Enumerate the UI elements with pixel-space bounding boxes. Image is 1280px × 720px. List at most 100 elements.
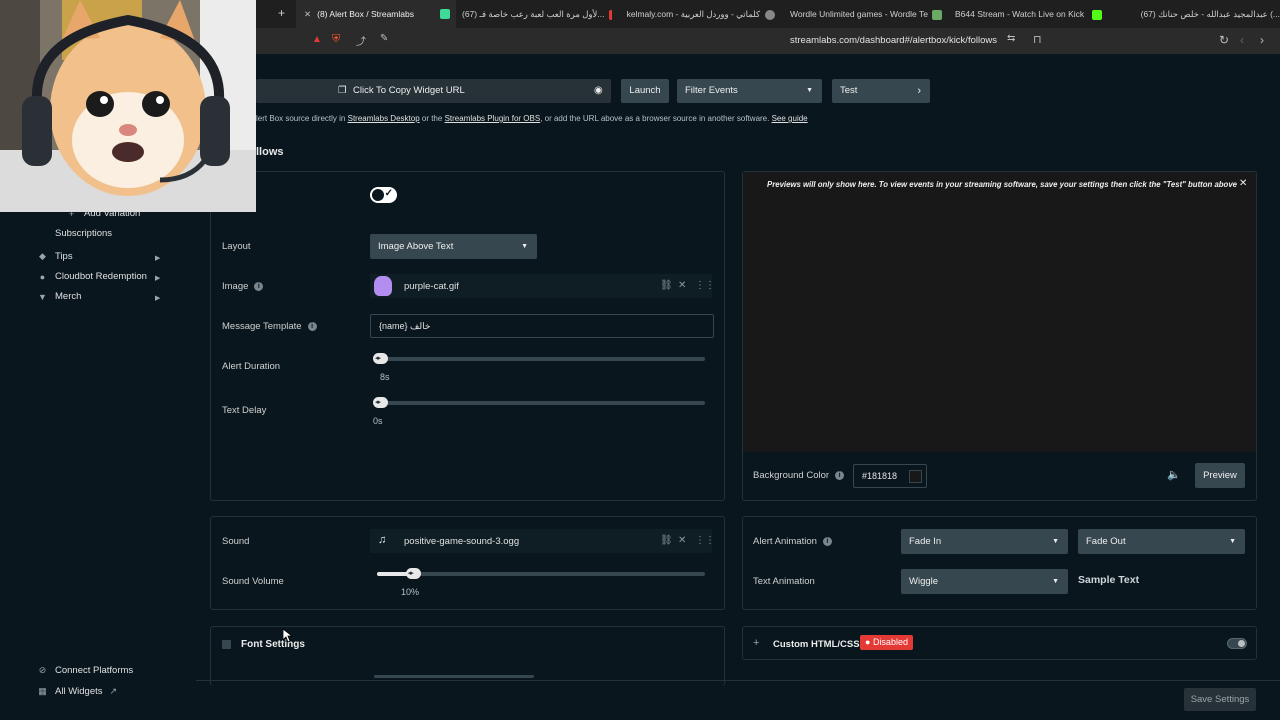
url-text[interactable]: streamlabs.com/dashboard#/alertbox/kick/…: [790, 35, 997, 46]
text-animation-label: Text Animation: [753, 576, 815, 587]
info-icon[interactable]: i: [835, 470, 845, 480]
animation-in-value: Fade In: [909, 536, 942, 547]
copy-icon: ❐: [338, 85, 347, 96]
alert-duration-slider[interactable]: [377, 357, 705, 361]
sidebar-item-subscriptions[interactable]: Subscriptions: [55, 228, 112, 239]
reader-icon[interactable]: ✎: [380, 33, 388, 44]
disabled-badge: ● Disabled: [860, 635, 913, 650]
hint-suffix: , or add the URL above as a browser sour…: [540, 114, 770, 123]
all-widgets-link[interactable]: ▦ All Widgets ↗: [37, 686, 117, 697]
new-tab-button[interactable]: +: [278, 6, 285, 20]
sound-volume-fill: [377, 572, 410, 576]
animation-out-value: Fade Out: [1086, 536, 1126, 547]
sidebar-item-label: Cloudbot Redemption: [55, 271, 147, 282]
sound-volume-value: 10%: [401, 587, 420, 597]
purple-cat-thumbnail: [374, 276, 392, 296]
reload-icon[interactable]: ↻: [1219, 33, 1229, 47]
message-template-input[interactable]: [370, 314, 714, 338]
animation-out-select[interactable]: Fade Out ▼: [1078, 529, 1245, 554]
filter-events-select[interactable]: Filter Events ▼: [677, 79, 822, 103]
color-swatch[interactable]: [909, 470, 922, 483]
plus-icon[interactable]: +: [753, 637, 759, 649]
close-icon[interactable]: ✕: [1239, 178, 1247, 189]
animation-in-select[interactable]: Fade In ▼: [901, 529, 1068, 554]
see-guide-link[interactable]: See guide: [772, 114, 808, 123]
sound-label: Sound: [222, 536, 250, 547]
text-delay-slider[interactable]: [377, 401, 705, 405]
text-delay-handle[interactable]: [373, 397, 388, 408]
forward-icon[interactable]: ›: [1260, 33, 1264, 47]
sound-file-name: positive-game-sound-3.ogg: [404, 536, 520, 547]
alert-duration-handle[interactable]: [373, 353, 388, 364]
disabled-badge-label: Disabled: [872, 637, 908, 647]
close-icon[interactable]: ✕: [678, 280, 686, 291]
text-animation-select[interactable]: Wiggle ▼: [901, 569, 1068, 594]
font-settings-label: Font Settings: [241, 639, 305, 650]
alert-duration-value: 8s: [380, 372, 390, 382]
preview-button[interactable]: Preview: [1195, 463, 1245, 488]
sound-volume-slider[interactable]: [377, 572, 705, 576]
info-icon[interactable]: i: [822, 536, 832, 546]
chevron-down-icon: ▼: [1052, 538, 1059, 545]
image-file-row[interactable]: purple-cat.gif ⛓ ✕ ⋮⋮: [370, 274, 715, 298]
sidebar-item-merch[interactable]: ▼ Merch: [37, 291, 81, 302]
caret-right-icon: ▶: [155, 275, 161, 282]
hint-mid: or the: [421, 114, 443, 123]
connect-platforms-link[interactable]: ⊘ Connect Platforms: [37, 665, 133, 676]
grid-icon[interactable]: ⋮⋮: [695, 280, 715, 291]
info-icon[interactable]: i: [307, 321, 317, 331]
expand-icon[interactable]: [222, 640, 231, 649]
caret-right-icon: ▶: [155, 255, 161, 262]
back-icon[interactable]: ‹: [1240, 33, 1244, 47]
link-icon[interactable]: ⛓: [660, 535, 673, 546]
brave-shield-icon[interactable]: ⛨: [332, 33, 340, 46]
tab-kick[interactable]: B644 Stream - Watch Live on Kick: [955, 0, 1107, 28]
obs-plugin-link[interactable]: Streamlabs Plugin for OBS: [445, 114, 541, 123]
layout-select[interactable]: Image Above Text ▼: [370, 234, 537, 259]
info-icon[interactable]: i: [254, 281, 264, 291]
sound-file-row[interactable]: ♫ positive-game-sound-3.ogg ⛓ ✕ ⋮⋮: [370, 529, 715, 553]
sidebar-item-tips[interactable]: ◆ Tips: [37, 251, 73, 262]
source-hint-text: lert Box source directly in Streamlabs D…: [256, 114, 808, 123]
cat-webcam-image: [0, 0, 256, 212]
image-label: Image: [222, 281, 249, 292]
caret-right-icon: ▶: [155, 295, 161, 302]
save-settings-button[interactable]: Save Settings: [1184, 688, 1256, 711]
tag-icon: ◆: [39, 251, 46, 261]
all-widgets-label: All Widgets: [55, 686, 103, 697]
tab-wordle[interactable]: Wordle Unlimited games - Wordle Te: [790, 0, 942, 28]
sidebar-item-cloudbot-redemption[interactable]: ● Cloudbot Redemption: [37, 271, 147, 282]
tab-alert-box[interactable]: ✕ (8) Alert Box / Streamlabs: [296, 0, 456, 28]
message-template-label-row: Message Template i: [222, 321, 317, 332]
background-color-input[interactable]: #181818: [853, 464, 927, 488]
enable-toggle[interactable]: ✓: [370, 187, 397, 203]
close-tab-icon[interactable]: ✕: [304, 9, 311, 19]
sample-text: Sample Text: [1078, 574, 1140, 586]
horizontal-scrollbar[interactable]: [374, 675, 534, 678]
grid-icon[interactable]: ⋮⋮: [695, 535, 715, 546]
tab-label: (67) لأول مرة العب لعبة رعب خاصة فـ...: [462, 9, 605, 19]
chevron-right-icon: ›: [917, 85, 921, 97]
check-icon: ✓: [384, 188, 393, 199]
volume-icon[interactable]: 🔈: [1167, 468, 1181, 481]
tab-kelmaly[interactable]: kelmaly.com - كلماتي - ووردل العربية: [620, 0, 780, 28]
chevron-down-icon: ▼: [521, 243, 528, 250]
launch-button[interactable]: Launch: [621, 79, 669, 103]
copy-widget-url-button[interactable]: ❐ Click To Copy Widget URL ◉: [256, 79, 611, 103]
tab-label: (8) Alert Box / Streamlabs: [317, 9, 414, 19]
tab-youtube-1[interactable]: (67) لأول مرة العب لعبة رعب خاصة فـ...: [462, 0, 612, 28]
tab-youtube-2[interactable]: (67) عبدالمجيد عبدالله - خلص حنانك (...: [1120, 0, 1280, 28]
streamlabs-desktop-link[interactable]: Streamlabs Desktop: [348, 114, 420, 123]
tune-icon[interactable]: ⇆: [1007, 33, 1015, 44]
close-icon[interactable]: ✕: [678, 535, 686, 546]
tab-label: Wordle Unlimited games - Wordle Te: [790, 9, 928, 19]
wordle-icon: [931, 9, 942, 20]
sound-volume-handle[interactable]: [405, 568, 421, 579]
test-button[interactable]: Test ›: [832, 79, 930, 103]
alert-settings-panel: ✓ Layout Image Above Text ▼ Image i purpl…: [210, 171, 725, 501]
eye-icon[interactable]: ◉: [594, 79, 603, 103]
link-icon[interactable]: ⛓: [660, 280, 673, 291]
share-icon[interactable]: ⤴: [356, 33, 366, 48]
bookmark-icon[interactable]: ⊓: [1033, 33, 1042, 46]
custom-html-toggle[interactable]: [1227, 638, 1247, 649]
